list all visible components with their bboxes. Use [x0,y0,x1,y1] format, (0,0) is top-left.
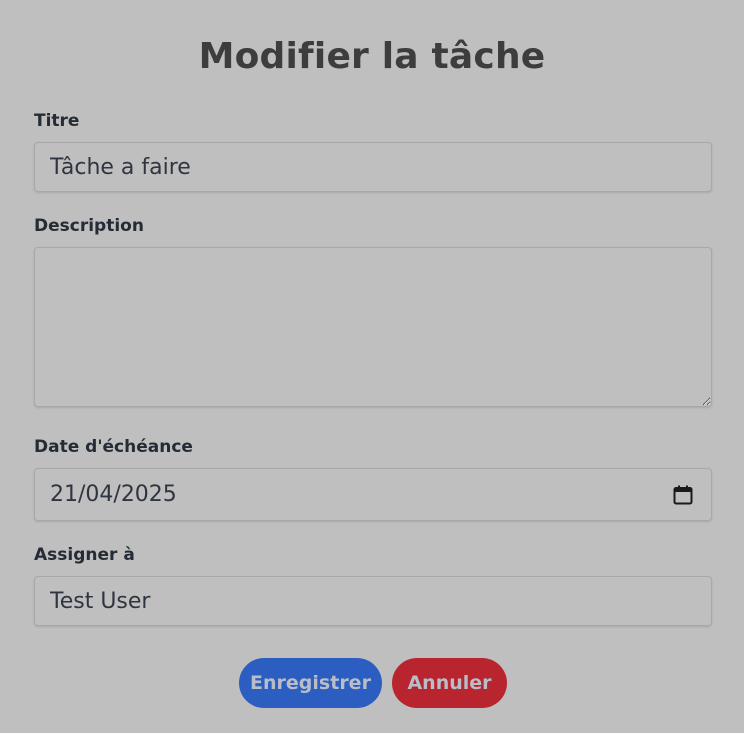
description-label: Description [34,216,144,236]
assignee-label: Assigner à [34,545,135,565]
modal-title: Modifier la tâche [198,36,546,77]
title-input[interactable] [34,142,712,192]
due-date-value: 21/04/2025 [50,482,177,507]
save-button[interactable]: Enregistrer [239,658,382,708]
description-textarea[interactable] [34,247,712,407]
calendar-icon[interactable] [673,485,693,505]
due-date-label: Date d'échéance [34,437,193,457]
assignee-input[interactable] [34,576,712,626]
edit-task-modal: Modifier la tâche Titre Description Date… [0,0,744,733]
cancel-button[interactable]: Annuler [392,658,507,708]
due-date-input[interactable]: 21/04/2025 [34,468,712,521]
title-label: Titre [34,111,80,131]
